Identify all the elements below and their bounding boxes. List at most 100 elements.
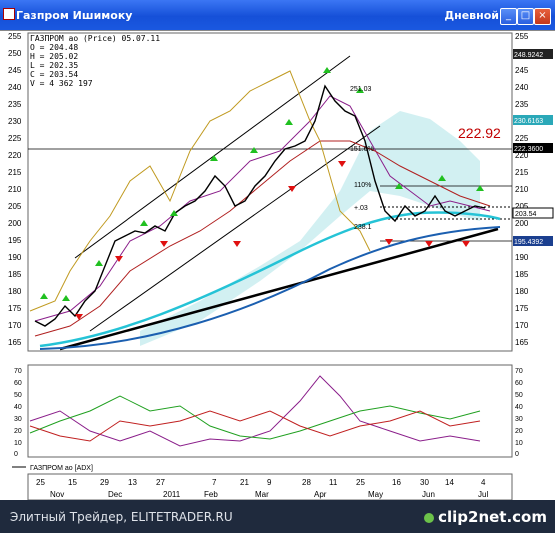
adx-tick: 0 [515, 451, 519, 458]
adx-tick: 30 [515, 416, 523, 423]
adx-legend: ГАЗПРОМ ао [ADX] [30, 465, 93, 472]
close-button[interactable]: × [534, 8, 551, 25]
price-tick: 210 [515, 185, 529, 194]
price-tick-left: 215 [8, 168, 22, 177]
month-tick: 2011 [163, 490, 181, 499]
adx-tick-left: 70 [14, 368, 22, 375]
clip2net-label: clip2net.com [438, 508, 547, 526]
date-tick: 4 [481, 478, 486, 487]
price-tick: 245 [515, 66, 529, 75]
price-tags: 248.9242 230.6163 222.3600 203.54 195.43… [512, 49, 554, 246]
price-axis-left: 255 250 245 240 235 230 225 220 215 210 … [8, 32, 22, 347]
month-tick: Dec [108, 490, 122, 499]
annotation: 110% [354, 182, 371, 189]
tag-203: 203.54 [515, 211, 537, 218]
price-tick-left: 255 [8, 32, 22, 41]
price-tick-left: 170 [8, 321, 22, 330]
clip2net-logo[interactable]: clip2net.com [424, 508, 547, 526]
window-title: Газпром Ишимоку [16, 9, 133, 22]
price-tick-left: 195 [8, 236, 22, 245]
adx-tick-left: 50 [14, 392, 22, 399]
chart-area[interactable]: 255 250 245 240 235 230 225 220 215 210 … [0, 30, 555, 501]
info-high: H = 205.02 [30, 52, 79, 61]
price-tick: 190 [515, 253, 529, 262]
price-tick-left: 205 [8, 202, 22, 211]
price-tick: 175 [515, 304, 529, 313]
date-tick: 13 [128, 478, 137, 487]
date-tick: 7 [212, 478, 217, 487]
clip2net-icon [424, 512, 435, 523]
date-tick: 15 [68, 478, 77, 487]
month-tick: May [368, 490, 383, 499]
info-open: O = 204.48 [30, 43, 79, 52]
tag-195: 195.4392 [514, 239, 543, 246]
price-tick: 185 [515, 270, 529, 279]
price-tick: 215 [515, 168, 529, 177]
date-tick: 16 [392, 478, 401, 487]
price-tick: 180 [515, 287, 529, 296]
adx-tick-left: 0 [14, 451, 18, 458]
price-tick-left: 220 [8, 151, 22, 160]
adx-tick-left: 60 [14, 380, 22, 387]
date-tick: 21 [240, 478, 249, 487]
date-tick: 29 [100, 478, 109, 487]
date-tick: 25 [36, 478, 45, 487]
date-tick: 28 [302, 478, 311, 487]
price-tick-left: 200 [8, 219, 22, 228]
date-tick: 11 [329, 478, 338, 487]
month-tick: Apr [314, 490, 327, 499]
adx-tick: 70 [515, 368, 523, 375]
annotation: 238.1 [354, 224, 372, 231]
info-close: C = 203.54 [30, 70, 79, 79]
adx-tick-left: 10 [14, 440, 22, 447]
price-tick: 255 [515, 32, 529, 41]
price-tick-left: 230 [8, 117, 22, 126]
price-axis: 255 250 245 240 235 230 225 220 215 210 … [515, 32, 529, 347]
maximize-button[interactable]: □ [517, 8, 534, 25]
tag-222: 222.3600 [514, 146, 543, 153]
month-tick: Jul [478, 490, 488, 499]
info-symbol: ГАЗПРОМ ао (Price) 05.07.11 [30, 34, 161, 43]
adx-tick: 10 [515, 440, 523, 447]
app-icon [3, 8, 15, 20]
annotation: 251.03 [350, 86, 372, 93]
month-tick: Nov [50, 490, 64, 499]
date-tick: 27 [156, 478, 165, 487]
price-chart-svg: 255 250 245 240 235 230 225 220 215 210 … [8, 32, 554, 501]
adx-tick: 50 [515, 392, 523, 399]
date-tick: 25 [356, 478, 365, 487]
price-tick-left: 190 [8, 253, 22, 262]
price-tick: 235 [515, 100, 529, 109]
month-tick: Mar [255, 490, 269, 499]
title-bar: Газпром Ишимоку Дневной _ □ × [0, 0, 555, 30]
price-tick: 240 [515, 83, 529, 92]
info-volume: V = 4 362 197 [30, 79, 93, 88]
annotation: 151.6% [350, 146, 374, 153]
price-tick-left: 165 [8, 338, 22, 347]
tag-248: 248.9242 [514, 52, 543, 59]
price-tick-left: 250 [8, 49, 22, 58]
date-tick: 14 [445, 478, 454, 487]
price-tick: 165 [515, 338, 529, 347]
month-tick: Feb [204, 490, 218, 499]
ohlc-info: ГАЗПРОМ ао (Price) 05.07.11 O = 204.48 H… [30, 34, 160, 88]
price-tick-left: 185 [8, 270, 22, 279]
date-tick: 9 [267, 478, 272, 487]
footer-text: Элитный Трейдер, ELITETRADER.RU [10, 510, 233, 524]
adx-tick: 60 [515, 380, 523, 387]
adx-tick: 20 [515, 428, 523, 435]
period-label[interactable]: Дневной [444, 9, 499, 22]
minimize-button[interactable]: _ [500, 8, 517, 25]
price-tick-left: 225 [8, 134, 22, 143]
price-tick: 200 [515, 219, 529, 228]
price-tick-left: 240 [8, 83, 22, 92]
price-tick-left: 180 [8, 287, 22, 296]
adx-tick: 40 [515, 404, 523, 411]
annotation: +.03 [354, 205, 368, 212]
month-tick: Jun [422, 490, 435, 499]
info-low: L = 202.35 [30, 61, 79, 70]
price-tick-left: 245 [8, 66, 22, 75]
price-tick: 170 [515, 321, 529, 330]
date-tick: 30 [420, 478, 429, 487]
adx-tick-left: 40 [14, 404, 22, 411]
